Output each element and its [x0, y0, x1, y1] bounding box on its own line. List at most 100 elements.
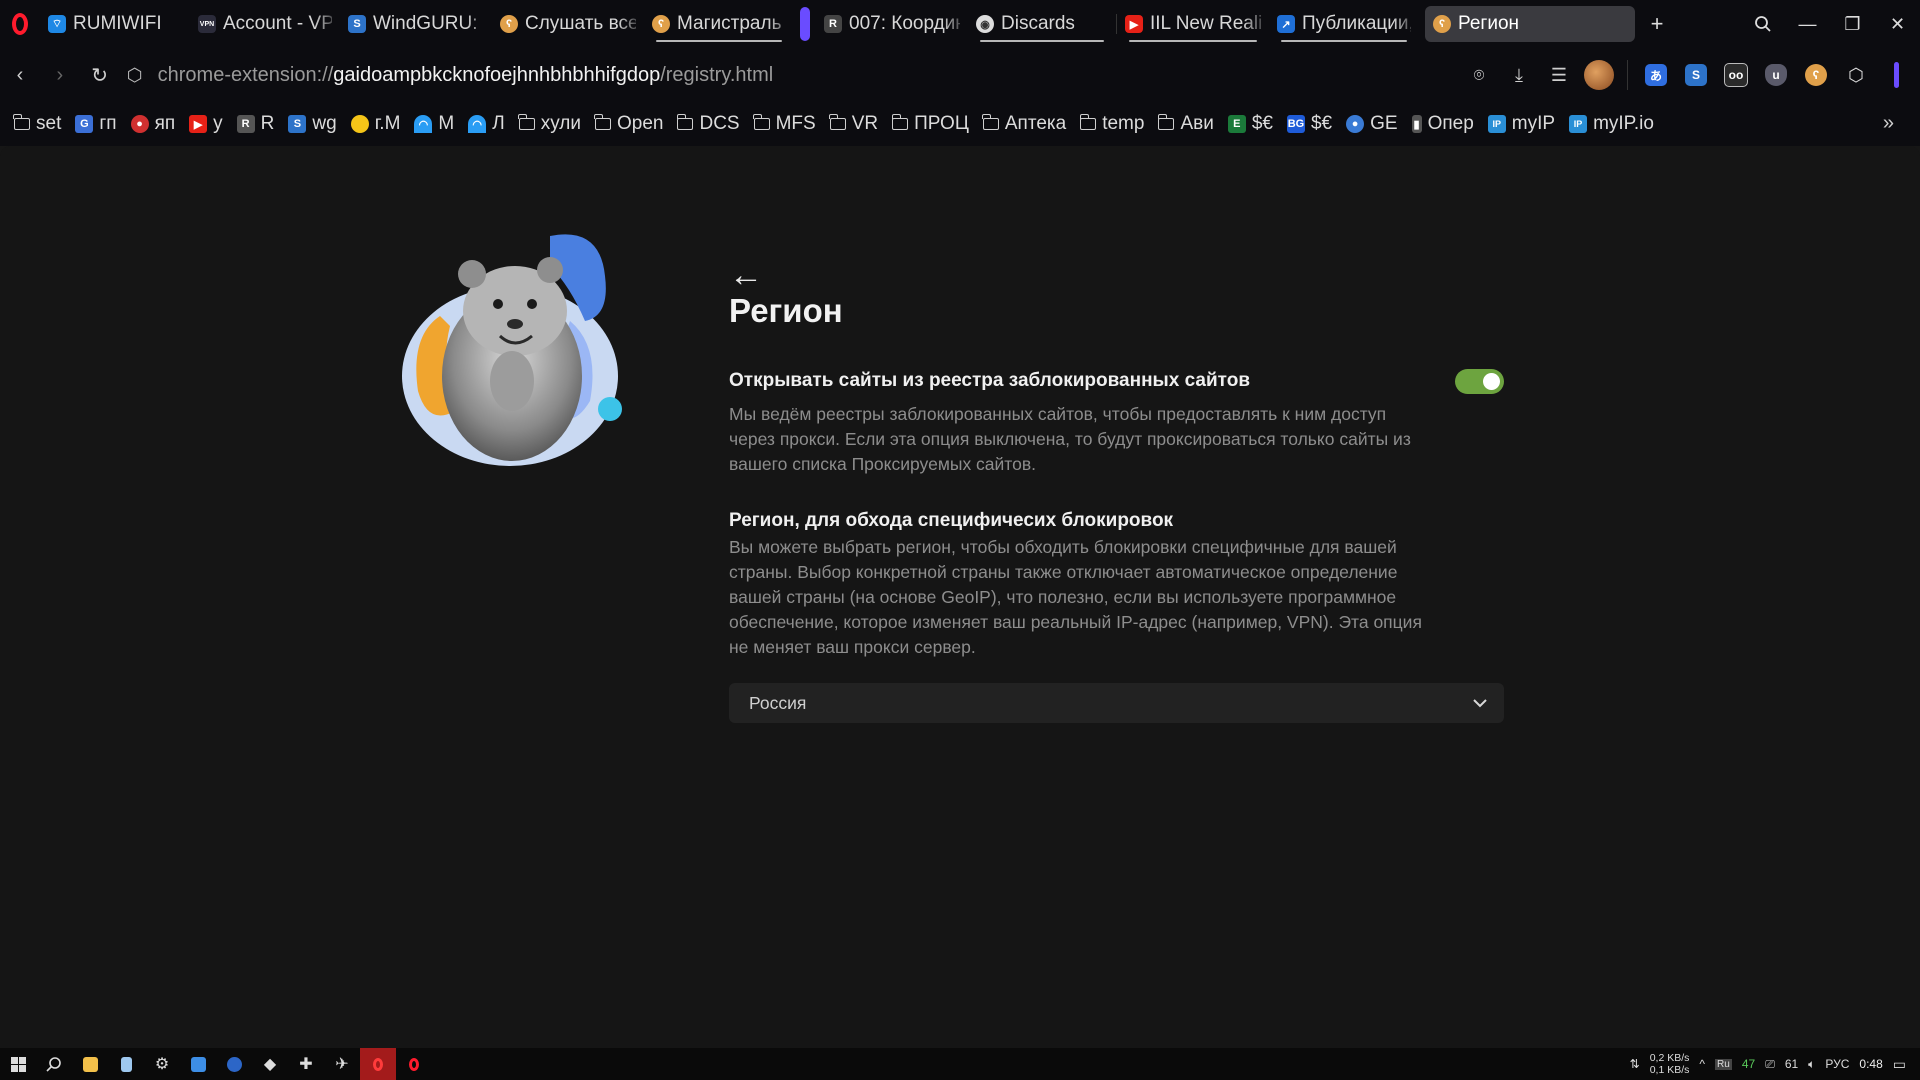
s-extension[interactable]: S — [1678, 55, 1714, 95]
bookmark-folder-set[interactable]: set — [13, 113, 61, 135]
reader-extension[interactable]: oo — [1718, 55, 1754, 95]
tab-fade — [618, 6, 644, 42]
publish-icon: ↗ — [1277, 15, 1295, 33]
bookmark-m[interactable]: ◠ М — [414, 113, 454, 135]
youtube-icon: ▶ — [189, 115, 208, 133]
tab-magistral[interactable]: ʕ Магистраль ( — [644, 6, 794, 42]
tab-island-marker[interactable] — [800, 7, 810, 41]
taskbar-app-plane[interactable]: ✈ — [324, 1048, 360, 1080]
runet-censorship-extension[interactable]: ʕ — [1798, 55, 1834, 95]
volume-icon[interactable]: 🔈︎ — [1808, 1057, 1815, 1072]
bookmark-label: temp — [1102, 113, 1145, 134]
bookmark-folder-proc[interactable]: ПРОЦ — [891, 113, 969, 135]
chevron-up-icon[interactable]: ^ — [1699, 1057, 1705, 1071]
tray-counter-1[interactable]: 47 — [1742, 1057, 1755, 1071]
bookmark-folder-avi[interactable]: Ави — [1157, 113, 1214, 135]
tab-007-coordinates[interactable]: R 007: Координ — [816, 6, 968, 42]
bookmark-wg[interactable]: Swg — [288, 113, 337, 135]
tab-rumiwifi[interactable]: ⌔ RUMIWIFI — [40, 6, 190, 42]
translate-extension[interactable]: あ — [1638, 55, 1674, 95]
snapshot-button[interactable]: ⌾ — [1461, 55, 1497, 95]
new-tab-button[interactable]: + — [1641, 8, 1673, 40]
tab-windguru[interactable]: S WindGURU: M — [340, 6, 492, 42]
bookmarks-overflow-button[interactable]: » — [1883, 112, 1894, 135]
ublock-extension[interactable]: u — [1758, 55, 1794, 95]
registry-toggle[interactable] — [1455, 369, 1504, 394]
bookmark-youtube[interactable]: ▶ у — [189, 113, 223, 135]
taskbar-notepad[interactable] — [108, 1048, 144, 1080]
bookmark-oper[interactable]: ▮ Опер — [1411, 113, 1474, 135]
tray-counter-2[interactable]: 61 — [1785, 1057, 1798, 1071]
tab-youtube[interactable]: ▶ IIL New Realis — [1117, 6, 1269, 42]
tab-discards[interactable]: ◉ Discards — [968, 6, 1116, 42]
network-icon[interactable]: ⎚ — [1765, 1057, 1775, 1072]
opera-menu-button[interactable] — [0, 0, 40, 48]
bookmark-folder-vr[interactable]: VR — [829, 113, 878, 135]
bookmark-folder-khuli[interactable]: хули — [518, 113, 581, 135]
taskbar-app-globe[interactable] — [216, 1048, 252, 1080]
translate-icon: G — [75, 115, 94, 133]
bookmark-currency-1[interactable]: E $€ — [1227, 113, 1273, 135]
extensions-menu-button[interactable]: ⬡ — [1838, 55, 1874, 95]
close-window-button[interactable]: ✕ — [1875, 0, 1920, 48]
forward-button[interactable]: › — [40, 53, 80, 97]
clock[interactable]: 0:48 — [1859, 1057, 1882, 1071]
tab-listen-all[interactable]: ʕ Слушать все а — [492, 6, 644, 42]
taskbar-opera-gx[interactable] — [360, 1048, 396, 1080]
back-button[interactable]: ‹ — [0, 53, 40, 97]
sun-icon — [350, 115, 369, 133]
minimize-icon: — — [1798, 13, 1817, 34]
network-activity-icon[interactable]: ⇅ — [1630, 1057, 1640, 1071]
tab-fade — [768, 6, 794, 42]
restore-button[interactable]: ❐ — [1830, 0, 1875, 48]
notifications-icon[interactable]: ▭ — [1893, 1056, 1906, 1073]
bookmark-folder-open[interactable]: Open — [594, 113, 663, 135]
bookmark-l[interactable]: ◠ Л — [468, 113, 505, 135]
taskbar-opera[interactable] — [396, 1048, 432, 1080]
tab-publications[interactable]: ↗ Публикации, — [1269, 6, 1419, 42]
taskbar-explorer[interactable] — [72, 1048, 108, 1080]
window-controls: — ❐ ✕ — [1740, 0, 1920, 48]
bookmark-label: myIP.io — [1593, 113, 1654, 134]
taskbar-store[interactable] — [180, 1048, 216, 1080]
tab-account-vpn[interactable]: VPN Account - VPN — [190, 6, 340, 42]
taskbar-search-button[interactable] — [36, 1048, 72, 1080]
bookmark-yap[interactable]: ● яп — [130, 113, 175, 135]
bookmark-folder-temp[interactable]: temp — [1079, 113, 1145, 135]
ru-tray-icon[interactable]: Ru — [1715, 1058, 1732, 1070]
bookmark-gm[interactable]: г.М — [350, 113, 400, 135]
taskbar-app-tag[interactable]: ◆ — [252, 1048, 288, 1080]
system-tray: ⇅ 0,2 KB/s 0,1 KB/s ^ Ru 47 ⎚ 61 🔈︎ РУС … — [1630, 1052, 1920, 1076]
reload-button[interactable]: ↻ — [80, 53, 120, 97]
taskbar-app-gamepad[interactable]: ✚ — [288, 1048, 324, 1080]
folder-icon — [891, 114, 909, 130]
minimize-button[interactable]: — — [1785, 0, 1830, 48]
url-field[interactable]: ⬡ chrome-extension://gaidoampbkcknofoejh… — [120, 55, 1461, 95]
camera-icon: ⌾ — [1473, 64, 1485, 85]
s-logo-icon: S — [1685, 64, 1707, 86]
bookmark-myip[interactable]: IP myIP — [1487, 113, 1555, 135]
tab-fade — [314, 6, 340, 42]
bookmark-folder-apteka[interactable]: Аптека — [982, 113, 1066, 135]
easy-setup-button[interactable]: ☰ — [1541, 55, 1577, 95]
taskbar-settings-tool[interactable]: ⚙ — [144, 1048, 180, 1080]
start-button[interactable] — [0, 1048, 36, 1080]
tab-search-button[interactable] — [1740, 0, 1785, 48]
bookmark-gp[interactable]: Gгп — [75, 113, 117, 135]
downloads-button[interactable]: ⤓ — [1501, 55, 1537, 95]
bookmark-currency-2[interactable]: BG $€ — [1286, 113, 1332, 135]
back-arrow-button[interactable]: ← — [729, 258, 763, 292]
profile-button[interactable] — [1581, 55, 1617, 95]
bookmark-label: DCS — [699, 113, 740, 134]
bookmark-ge[interactable]: ● GE — [1346, 113, 1398, 135]
sidebar-toggle[interactable] — [1878, 55, 1914, 95]
language-indicator[interactable]: РУС — [1825, 1057, 1849, 1071]
tab-fade — [942, 6, 968, 42]
bookmark-label: R — [260, 113, 275, 134]
bookmark-folder-mfs[interactable]: MFS — [753, 113, 816, 135]
bookmark-folder-dcs[interactable]: DCS — [676, 113, 740, 135]
region-select[interactable]: Россия — [729, 683, 1504, 723]
bookmark-myip-io[interactable]: IP myIP.io — [1569, 113, 1654, 135]
bookmark-r[interactable]: RR — [236, 113, 275, 135]
tab-region-active[interactable]: ʕ Регион — [1425, 6, 1635, 42]
